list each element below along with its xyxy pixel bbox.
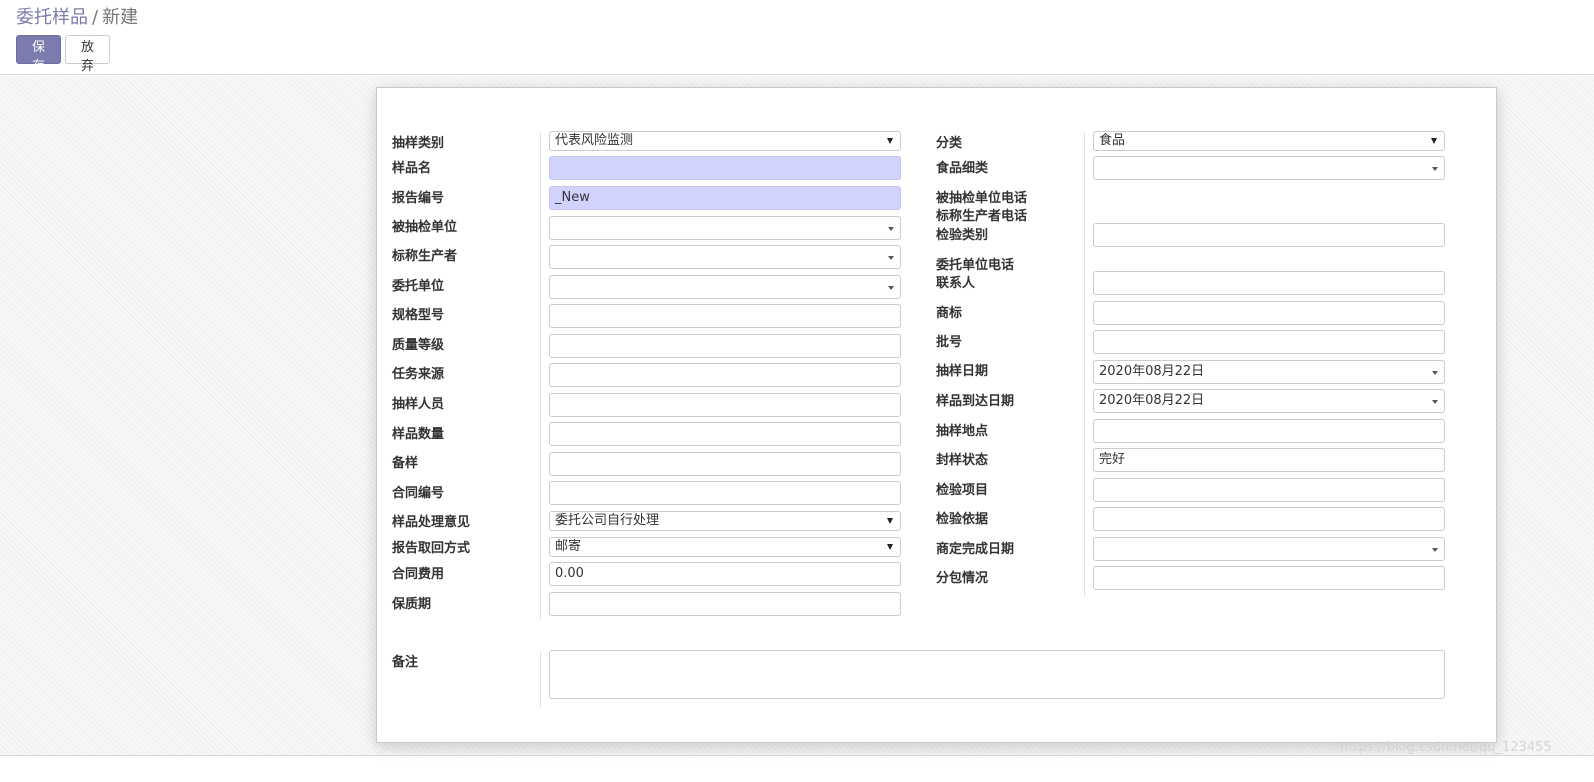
sample-name-input[interactable] [549, 156, 901, 180]
caret-down-icon [887, 544, 893, 550]
breadcrumb-current: 新建 [102, 7, 139, 28]
caret-down-icon [888, 256, 894, 260]
save-button[interactable]: 保存 [16, 35, 61, 74]
entrusting-unit-select[interactable] [549, 275, 901, 299]
label-food-subcategory: 食品细类 [936, 161, 989, 176]
right-group-separator [1084, 132, 1085, 597]
form-sheet: 抽样类别 样品名 报告编号 被抽检单位 标称生产者 委托单位 规格型号 质量等级… [376, 87, 1497, 743]
category-select[interactable]: 食品 [1093, 131, 1445, 151]
contract-fee-input[interactable]: 0.00 [549, 562, 901, 586]
inspection-items-input[interactable] [1093, 478, 1445, 502]
inspection-basis-input[interactable] [1093, 507, 1445, 531]
left-group-separator [540, 132, 541, 620]
breadcrumb-separator: / [92, 7, 99, 28]
label-task-source: 任务来源 [392, 367, 445, 382]
label-entrusting-unit: 委托单位 [392, 279, 445, 294]
label-sample-name: 样品名 [392, 161, 432, 176]
label-seal-status: 封样状态 [936, 453, 989, 468]
seal-status-input[interactable]: 完好 [1093, 448, 1445, 472]
breadcrumb-parent-link[interactable]: 委托样品 [16, 7, 88, 28]
label-inspection-items: 检验项目 [936, 483, 989, 498]
caret-down-icon [887, 518, 893, 524]
label-sampler: 抽样人员 [392, 397, 445, 412]
label-report-retrieval: 报告取回方式 [392, 541, 471, 556]
breadcrumb: 委托样品 / 新建 [16, 3, 138, 29]
caret-down-icon [888, 286, 894, 290]
label-sample-quantity: 样品数量 [392, 427, 445, 442]
sampling-date-picker[interactable]: 2020年08月22日 [1093, 360, 1445, 384]
trademark-input[interactable] [1093, 301, 1445, 325]
bottom-divider [0, 755, 1594, 756]
report-no-input[interactable]: _New [549, 186, 901, 210]
arrival-date-picker[interactable]: 2020年08月22日 [1093, 389, 1445, 413]
label-quality-grade: 质量等级 [392, 338, 445, 353]
label-arrival-date: 样品到达日期 [936, 394, 1015, 409]
label-inspected-unit: 被抽检单位 [392, 220, 458, 235]
caret-down-icon [1432, 548, 1438, 552]
caret-down-icon [1432, 400, 1438, 404]
label-report-no: 报告编号 [392, 191, 445, 206]
batch-no-input[interactable] [1093, 330, 1445, 354]
label-shelf-life: 保质期 [392, 597, 432, 612]
label-subcontracting: 分包情况 [936, 571, 989, 586]
label-claimed-producer: 标称生产者 [392, 249, 458, 264]
label-sampling-date: 抽样日期 [936, 364, 989, 379]
label-category: 分类 [936, 136, 963, 151]
caret-down-icon [1432, 371, 1438, 375]
label-inspection-basis: 检验依据 [936, 512, 989, 527]
contact-input[interactable] [1093, 271, 1445, 295]
label-contact: 联系人 [936, 276, 976, 291]
label-inspected-unit-phone: 被抽检单位电话 [936, 191, 1028, 206]
inspected-unit-select[interactable] [549, 216, 901, 240]
label-disposal-opinion: 样品处理意见 [392, 515, 471, 530]
label-batch-no: 批号 [936, 335, 963, 350]
sampling-location-input[interactable] [1093, 419, 1445, 443]
label-reserve-sample: 备样 [392, 456, 419, 471]
caret-down-icon [1431, 138, 1437, 144]
contract-no-input[interactable] [549, 481, 901, 505]
disposal-opinion-select[interactable]: 委托公司自行处理 [549, 511, 901, 531]
shelf-life-input[interactable] [549, 592, 901, 616]
label-spec-model: 规格型号 [392, 308, 445, 323]
reserve-sample-input[interactable] [549, 452, 901, 476]
sampler-input[interactable] [549, 393, 901, 417]
quality-grade-input[interactable] [549, 334, 901, 358]
label-sampling-location: 抽样地点 [936, 424, 989, 439]
label-entrusting-unit-phone: 委托单位电话 [936, 258, 1015, 273]
claimed-producer-select[interactable] [549, 245, 901, 269]
label-producer-phone: 标称生产者电话 [936, 209, 1028, 224]
discard-button[interactable]: 放弃 [65, 35, 110, 74]
label-contract-fee: 合同费用 [392, 567, 445, 582]
label-agreed-completion-date: 商定完成日期 [936, 542, 1015, 557]
sampling-type-select[interactable]: 代表风险监测 [549, 131, 901, 151]
caret-down-icon [1432, 167, 1438, 171]
caret-down-icon [888, 227, 894, 231]
label-inspection-type: 检验类别 [936, 228, 989, 243]
label-trademark: 商标 [936, 306, 963, 321]
label-sampling-type: 抽样类别 [392, 136, 445, 151]
label-contract-no: 合同编号 [392, 486, 445, 501]
remarks-separator [540, 651, 541, 708]
food-subcategory-select[interactable] [1093, 156, 1445, 180]
control-panel: 委托样品 / 新建 保存 放弃 [0, 0, 1594, 75]
task-source-input[interactable] [549, 363, 901, 387]
caret-down-icon [887, 138, 893, 144]
agreed-completion-date-picker[interactable] [1093, 537, 1445, 561]
remarks-textarea[interactable] [549, 650, 1445, 699]
sample-quantity-input[interactable] [549, 422, 901, 446]
report-retrieval-select[interactable]: 邮寄 [549, 537, 901, 557]
inspection-type-input[interactable] [1093, 223, 1445, 247]
spec-model-input[interactable] [549, 304, 901, 328]
watermark: https://blog.csdn.net/qq_123455 [1340, 740, 1552, 755]
subcontracting-input[interactable] [1093, 566, 1445, 590]
label-remarks: 备注 [392, 655, 419, 670]
